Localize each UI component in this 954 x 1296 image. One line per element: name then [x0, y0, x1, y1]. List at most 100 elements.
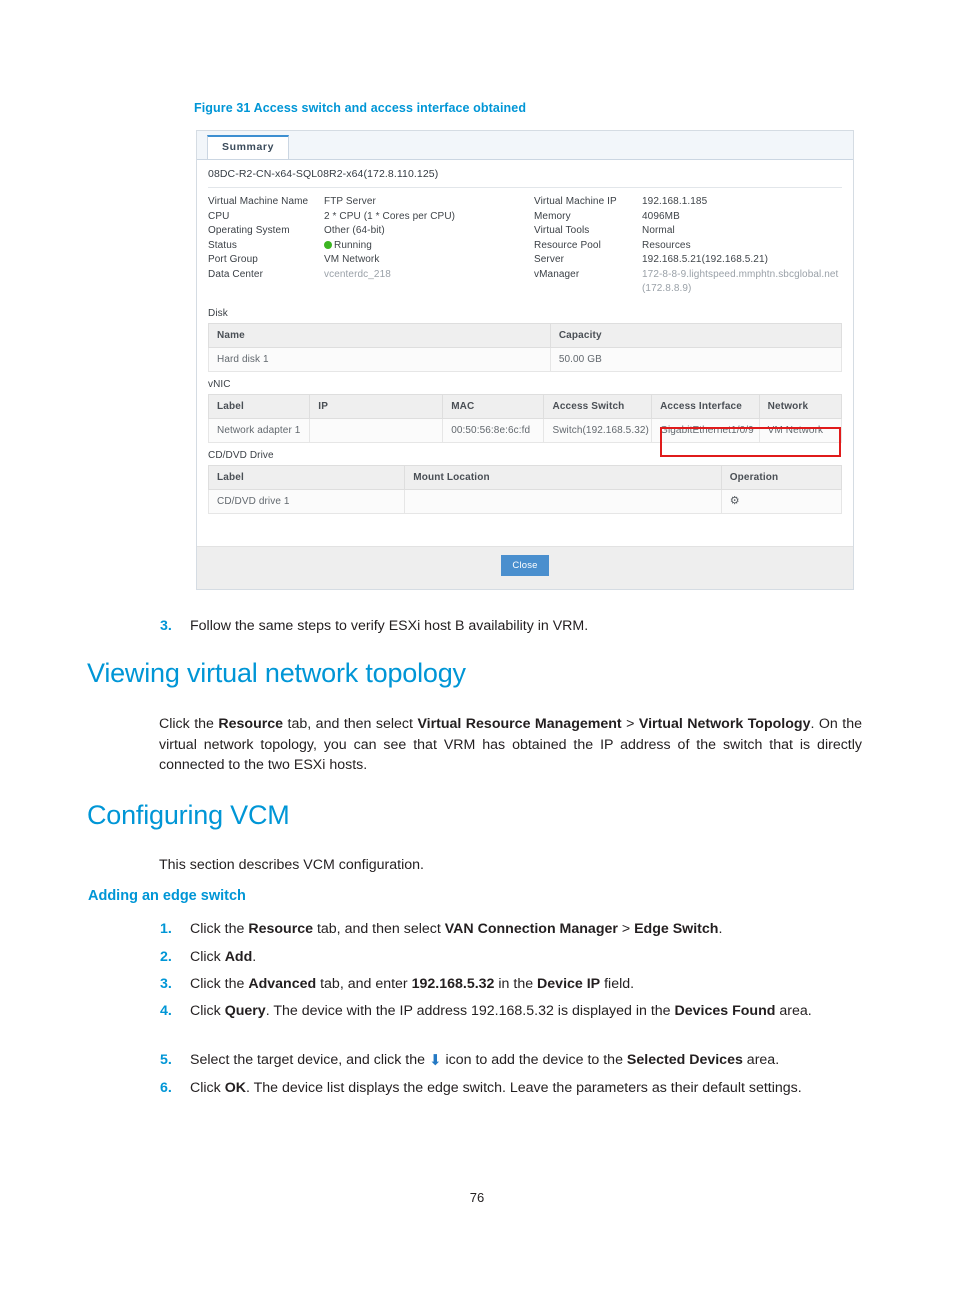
- step-number: 1.: [160, 921, 172, 937]
- tab-bar: Summary: [197, 131, 853, 160]
- text-run: in the: [494, 976, 538, 992]
- heading-configuring-vcm: Configuring VCM: [87, 800, 290, 830]
- cddvd-section-label: CD/DVD Drive: [208, 449, 274, 461]
- property-row: Port Group VM Network: [208, 253, 525, 268]
- property-value: vcenterdc_218: [324, 268, 391, 280]
- text-run-bold: Virtual Network Topology: [638, 716, 811, 732]
- text-run: .: [252, 949, 257, 965]
- text-run: Click the: [159, 716, 219, 732]
- step-number: 6.: [160, 1080, 172, 1096]
- column-header-label: Label: [207, 393, 311, 419]
- property-value: FTP Server: [324, 196, 376, 207]
- close-button[interactable]: Close: [501, 555, 549, 576]
- cell-cddvd-label: CD/DVD drive 1: [207, 489, 406, 514]
- text-run-bold: Add: [224, 949, 253, 965]
- text-run-bold: 192.168.5.32: [411, 976, 495, 992]
- property-key: Port Group: [208, 254, 258, 266]
- property-row: Server 192.168.5.21(192.168.5.21): [534, 253, 842, 268]
- property-row: Virtual Machine Name FTP Server: [208, 195, 525, 210]
- text-run: tab, and then select: [283, 716, 418, 732]
- property-value: Resources: [642, 239, 691, 251]
- heading-adding-an-edge-switch: Adding an edge switch: [88, 888, 246, 904]
- table-row: Hard disk 1 50.00 GB: [208, 347, 843, 372]
- property-key: Virtual Tools: [534, 225, 590, 237]
- step-number: 4.: [160, 1003, 172, 1019]
- property-value: 192.168.1.185: [642, 196, 708, 207]
- text-run: . The device list displays the edge swit…: [245, 1080, 802, 1096]
- property-key: CPU: [208, 210, 230, 222]
- property-key: Resource Pool: [534, 239, 601, 251]
- text-run-bold: Query: [224, 1003, 266, 1019]
- text-run-bold: Devices Found: [674, 1003, 776, 1019]
- cell-vnic-label: Network adapter 1: [207, 418, 311, 443]
- text-run: field.: [600, 976, 635, 992]
- vm-properties: Virtual Machine Name FTP Server CPU 2 * …: [208, 188, 842, 301]
- cddvd-table: Label Mount Location Operation CD/DVD dr…: [207, 464, 843, 514]
- property-row: Data Center vcenterdc_218: [208, 268, 525, 283]
- property-row: Memory 4096MB: [534, 210, 842, 225]
- property-value: 172-8-8-9.lightspeed.mmphtn.sbcglobal.ne…: [642, 268, 839, 295]
- text-run: >: [621, 716, 639, 732]
- tab-summary[interactable]: Summary: [207, 135, 290, 159]
- property-row: vManager 172-8-8-9.lightspeed.mmphtn.sbc…: [534, 268, 842, 297]
- procedure-step: 5. Select the target device, and click th…: [160, 1050, 880, 1071]
- property-row: Operating System Other (64-bit): [208, 224, 525, 239]
- step-text: Click Add.: [190, 947, 880, 967]
- text-run-bold: Resource: [248, 921, 314, 937]
- property-value: Other (64-bit): [324, 225, 385, 237]
- text-run: tab, and then select: [313, 921, 445, 937]
- property-value: VM Network: [324, 254, 380, 266]
- cell-vnic-ip: [309, 418, 444, 443]
- table-header-row: Label IP MAC Access Switch Access Interf…: [207, 393, 843, 419]
- cell-disk-capacity: 50.00 GB: [550, 347, 843, 372]
- page-number: 76: [469, 1190, 485, 1205]
- vnic-table: Label IP MAC Access Switch Access Interf…: [207, 393, 843, 443]
- text-run-bold: Edge Switch: [634, 921, 719, 937]
- table-row: Network adapter 1 00:50:56:8e:6c:fd Swit…: [207, 418, 843, 443]
- property-value: 2 * CPU (1 * Cores per CPU): [324, 210, 456, 222]
- property-key: vManager: [534, 268, 580, 280]
- property-row: CPU 2 * CPU (1 * Cores per CPU): [208, 210, 525, 225]
- vm-properties-left: Virtual Machine Name FTP Server CPU 2 * …: [208, 195, 525, 297]
- column-header-network: Network: [759, 393, 843, 419]
- column-header-mac: MAC: [442, 393, 545, 419]
- text-run: icon to add the device to the: [441, 1052, 627, 1068]
- cell-disk-name: Hard disk 1: [208, 347, 551, 372]
- table-row: CD/DVD drive 1 ⚙: [207, 489, 843, 514]
- step-text: Click the Advanced tab, and enter 192.16…: [190, 974, 880, 994]
- text-run: Click: [190, 1003, 225, 1019]
- cell-vnic-access-interface: GigabitEthernet1/0/9: [651, 418, 760, 443]
- disk-table: Name Capacity Hard disk 1 50.00 GB: [208, 322, 843, 372]
- procedure-step: 3. Click the Advanced tab, and enter 192.…: [160, 974, 880, 994]
- text-run-bold: Resource: [218, 716, 284, 732]
- column-header-capacity: Capacity: [550, 322, 843, 348]
- vnic-section-label: vNIC: [208, 378, 231, 390]
- property-key: Data Center: [208, 268, 264, 280]
- vm-title: 08DC-R2-CN-x64-SQL08R2-x64(172.8.110.125…: [208, 160, 842, 188]
- vm-properties-right: Virtual Machine IP 192.168.1.185 Memory …: [525, 195, 842, 297]
- text-run: >: [617, 921, 635, 937]
- status-dot-icon: [324, 240, 332, 249]
- property-key: Virtual Machine Name: [208, 196, 309, 207]
- table-header-row: Name Capacity: [208, 322, 843, 348]
- column-header-access-interface: Access Interface: [651, 393, 760, 419]
- procedure-step: 6. Click OK. The device list displays the…: [160, 1078, 880, 1098]
- down-arrow-icon[interactable]: ⬇: [429, 1051, 442, 1071]
- table-header-row: Label Mount Location Operation: [207, 464, 843, 490]
- heading-viewing-virtual-network-topology: Viewing virtual network topology: [87, 658, 466, 688]
- column-header-mount-location: Mount Location: [404, 464, 722, 490]
- figure-caption: Figure 31 Access switch and access inter…: [194, 101, 527, 115]
- text-run: area.: [775, 1003, 812, 1019]
- property-row: Resource Pool Resources: [534, 239, 842, 254]
- step-number: 5.: [160, 1052, 172, 1068]
- text-run: tab, and enter: [316, 976, 412, 992]
- step-text: Click the Resource tab, and then select …: [190, 919, 880, 939]
- step-text: Click Query. The device with the IP addr…: [190, 1001, 880, 1021]
- text-run: area.: [742, 1052, 780, 1068]
- cell-vnic-network-link[interactable]: VM Network: [759, 418, 843, 443]
- procedure-step: 1. Click the Resource tab, and then selec…: [160, 919, 880, 939]
- text-run-bold: Selected Devices: [626, 1052, 743, 1068]
- text-run-bold: Advanced: [248, 976, 317, 992]
- gear-icon[interactable]: ⚙: [730, 495, 740, 507]
- paragraph-topology: Click the Resource tab, and then select …: [159, 714, 862, 776]
